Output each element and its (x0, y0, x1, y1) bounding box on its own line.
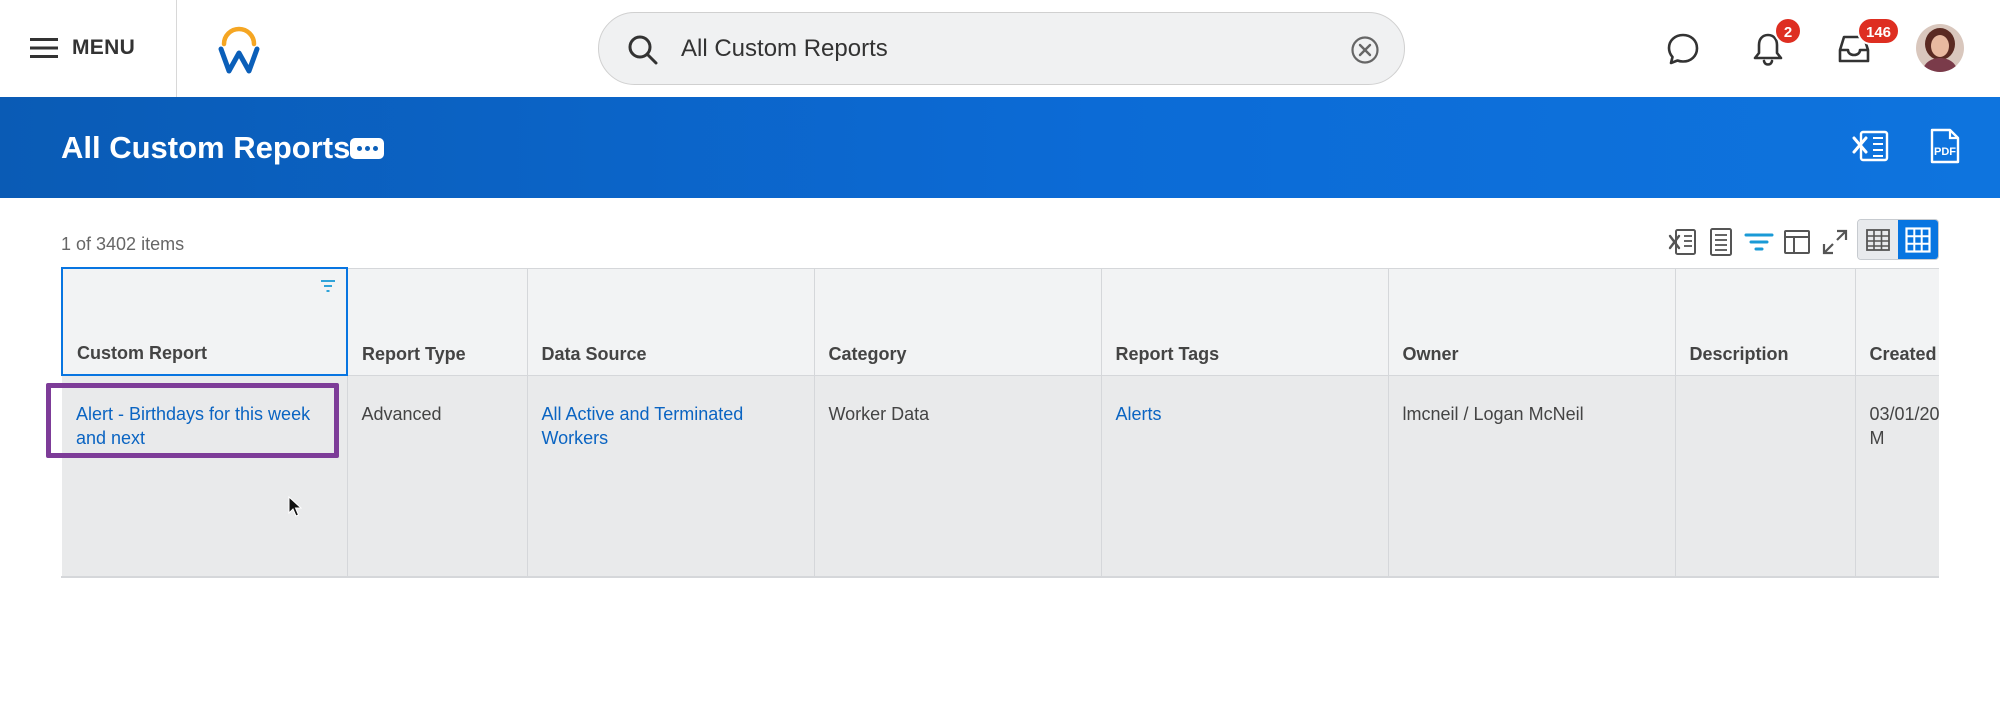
dot (372, 146, 378, 151)
report-tag-link[interactable]: Alerts (1116, 404, 1162, 424)
grid-icon (1905, 226, 1931, 253)
search-input[interactable]: All Custom Reports (681, 13, 888, 84)
header-row: Custom Report Report Type Data Source Ca… (61, 267, 1940, 376)
cell-report-type: Advanced (347, 375, 528, 576)
workday-logo-icon[interactable] (216, 24, 262, 74)
user-photo-icon (1916, 24, 1964, 72)
columns-icon (1784, 230, 1810, 254)
cell-owner: lmcneil / Logan McNeil (1388, 375, 1676, 576)
cell-created-on: 03/01/2021 04:30:42.000 PM (1855, 375, 1939, 576)
user-avatar[interactable] (1916, 24, 1964, 72)
column-label: Data Source (541, 343, 647, 364)
reports-table: Custom Report Report Type Data Source Ca… (61, 267, 1940, 576)
column-label: Report Type (362, 343, 466, 364)
column-label: Custom Report (77, 343, 207, 363)
chat-bubble-icon (1667, 33, 1699, 65)
column-header-category[interactable]: Category (814, 267, 1102, 376)
global-search-bar[interactable]: All Custom Reports (598, 12, 1405, 85)
dot (356, 146, 362, 151)
menu-label: MENU (72, 36, 136, 59)
chat-button[interactable] (1658, 24, 1708, 74)
filter-icon (1744, 233, 1774, 251)
item-count: 1 of 3402 items (61, 234, 185, 254)
cell-report-tags: Alerts (1101, 375, 1389, 576)
clear-search-icon[interactable] (1350, 35, 1380, 65)
column-header-report-tags[interactable]: Report Tags (1101, 267, 1389, 376)
grid-view-button[interactable] (1898, 220, 1938, 259)
cell-description (1675, 375, 1856, 576)
worksheets-button[interactable] (1705, 226, 1737, 258)
cell-custom-report: Alert - Birthdays for this week and next (62, 375, 348, 576)
custom-report-link[interactable]: Alert - Birthdays for this week and next (76, 404, 310, 448)
search-icon (628, 35, 658, 65)
table-icon (1866, 228, 1890, 251)
reports-grid: Custom Report Report Type Data Source Ca… (61, 267, 1939, 578)
data-source-link[interactable]: All Active and Terminated Workers (542, 404, 744, 448)
column-filter-icon[interactable] (320, 279, 336, 293)
column-header-data-source[interactable]: Data Source (527, 267, 815, 376)
fullscreen-button[interactable] (1819, 226, 1851, 258)
dot (364, 146, 370, 151)
page-header: All Custom Reports PDF (0, 97, 2000, 198)
column-layout-button[interactable] (1781, 226, 1813, 258)
hamburger-icon (30, 38, 58, 58)
page-title: All Custom Reports (61, 130, 351, 165)
cell-category: Worker Data (814, 375, 1102, 576)
topbar-divider (176, 0, 177, 97)
export-to-excel-button[interactable] (1667, 226, 1699, 258)
svg-text:PDF: PDF (1934, 146, 1956, 158)
filter-button[interactable] (1743, 226, 1775, 258)
column-label: Category (828, 343, 907, 364)
column-label: Owner (1402, 343, 1459, 364)
export-excel-icon[interactable] (1851, 126, 1891, 166)
column-label: Report Tags (1115, 343, 1220, 364)
inbox-badge: 146 (1857, 17, 1901, 45)
cell-data-source: All Active and Terminated Workers (527, 375, 815, 576)
column-label: Description (1689, 343, 1789, 364)
column-header-description[interactable]: Description (1675, 267, 1856, 376)
export-pdf-icon[interactable]: PDF (1924, 126, 1964, 166)
view-toggle (1857, 219, 1939, 260)
mouse-cursor-icon (288, 496, 302, 517)
table-row: Alert - Birthdays for this week and next… (62, 375, 1939, 576)
table-view-button[interactable] (1858, 220, 1898, 259)
column-header-owner[interactable]: Owner (1388, 267, 1676, 376)
column-label: Created On (1869, 343, 1940, 364)
excel-icon (1668, 229, 1696, 255)
column-header-report-type[interactable]: Report Type (347, 267, 528, 376)
column-header-created-on[interactable]: Created On (1855, 267, 1940, 376)
top-navigation-bar: MENU All Custom Reports 2 146 (0, 0, 2000, 97)
column-header-custom-report[interactable]: Custom Report (61, 267, 348, 376)
document-icon (1710, 228, 1732, 256)
expand-icon (1822, 229, 1848, 255)
notifications-badge: 2 (1774, 17, 1802, 45)
related-actions-button[interactable] (350, 138, 384, 159)
menu-button[interactable]: MENU (30, 30, 135, 66)
